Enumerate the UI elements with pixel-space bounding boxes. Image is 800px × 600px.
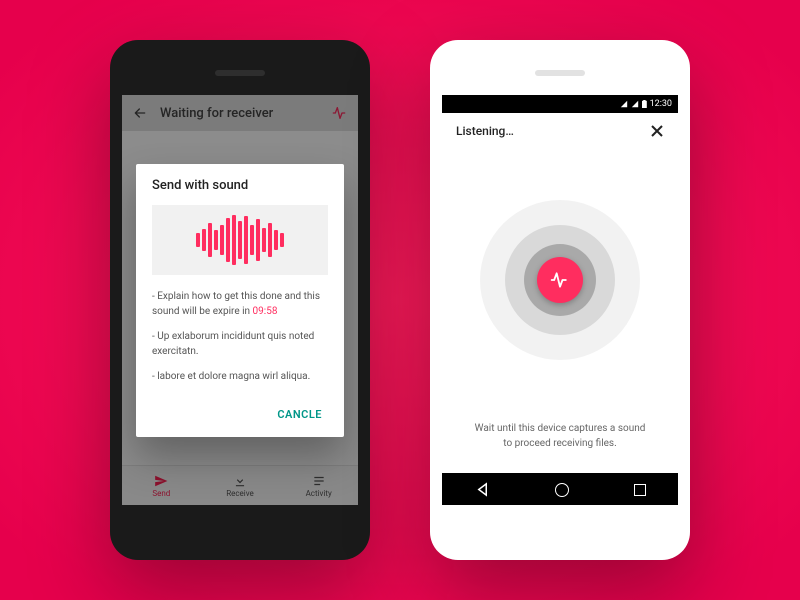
cancel-button[interactable]: CANCLE bbox=[271, 400, 328, 429]
listening-screen: Listening… Wait until this device captur… bbox=[442, 113, 678, 473]
screen: 12:30 Listening… Wait until this device … bbox=[442, 95, 678, 505]
signal-icon-2 bbox=[631, 100, 639, 108]
listening-button[interactable] bbox=[537, 257, 583, 303]
android-nav-bar bbox=[442, 473, 678, 505]
device-black: 12:30 Waiting for receiver Send Receive bbox=[110, 40, 370, 560]
screen: 12:30 Waiting for receiver Send Receive bbox=[122, 95, 358, 505]
listen-title: Listening… bbox=[456, 124, 514, 138]
modal-scrim[interactable]: Send with sound - Explain how to get thi… bbox=[122, 95, 358, 505]
listen-message: Wait until this device captures a sound … bbox=[442, 421, 678, 473]
device-white: 12:30 Listening… Wait until this device … bbox=[430, 40, 690, 560]
battery-icon bbox=[642, 100, 647, 108]
pulse-icon bbox=[550, 270, 570, 290]
nav-home-icon[interactable] bbox=[555, 483, 569, 497]
signal-icon bbox=[620, 100, 628, 108]
close-icon[interactable] bbox=[650, 124, 664, 138]
nav-back-icon[interactable] bbox=[475, 482, 490, 497]
dialog-line3: - labore et dolore magna wirl aliqua. bbox=[152, 369, 328, 384]
speaker-slot bbox=[535, 70, 585, 76]
soundwave-visual bbox=[152, 205, 328, 275]
speaker-slot bbox=[215, 70, 265, 76]
status-time: 12:30 bbox=[650, 99, 672, 109]
dialog-title: Send with sound bbox=[152, 178, 328, 193]
countdown: 09:58 bbox=[253, 306, 278, 317]
send-sound-dialog: Send with sound - Explain how to get thi… bbox=[136, 164, 344, 437]
dialog-line1: - Explain how to get this done and this … bbox=[152, 289, 328, 319]
dialog-line2: - Up exlaborum incididunt quis noted exe… bbox=[152, 329, 328, 359]
nav-recent-icon[interactable] bbox=[634, 484, 646, 496]
status-bar: 12:30 bbox=[442, 95, 678, 113]
listening-rings bbox=[442, 139, 678, 421]
